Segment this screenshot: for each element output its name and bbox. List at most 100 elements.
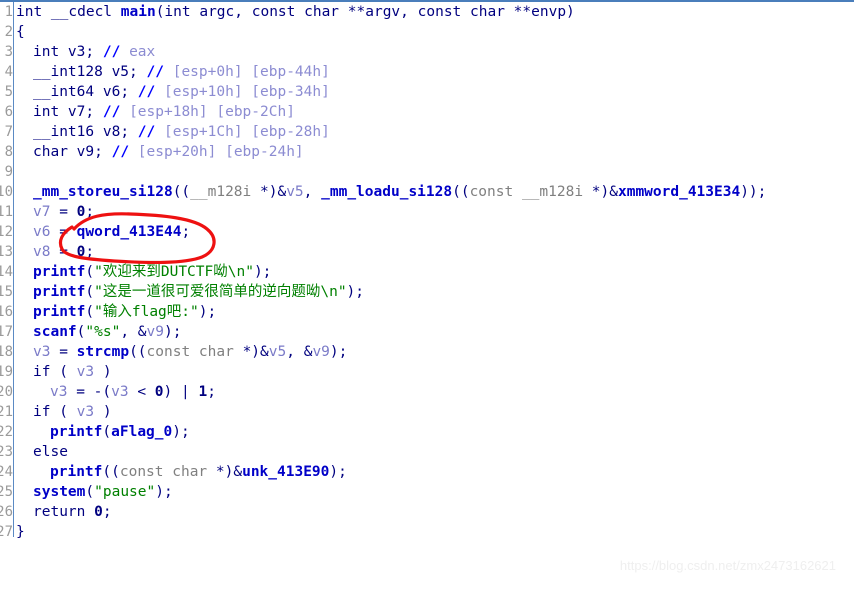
token-kw: return xyxy=(33,504,95,520)
token-punct: ( xyxy=(85,484,95,500)
line-number: 24 xyxy=(0,464,13,480)
line-number: 23 xyxy=(0,444,13,460)
code-line[interactable]: printf("欢迎来到DUTCTF呦\n"); xyxy=(16,262,271,282)
token-punct: ( xyxy=(59,364,77,380)
code-line[interactable]: _mm_storeu_si128((__m128i *)&v5, _mm_loa… xyxy=(16,182,766,202)
line-number: 2 xyxy=(4,24,13,40)
token-punct: ); xyxy=(172,424,190,440)
token-punct: (( xyxy=(172,184,191,200)
token-comment: // xyxy=(102,44,130,60)
token-type: const char xyxy=(146,344,243,360)
token-num: 1 xyxy=(198,384,208,400)
line-number: 16 xyxy=(0,304,13,320)
code-line[interactable]: else xyxy=(16,442,68,462)
token-var: v5 xyxy=(286,184,304,200)
token-var: v9 xyxy=(312,344,330,360)
code-line[interactable]: __int128 v5; // [esp+0h] [ebp-44h] xyxy=(16,62,330,82)
token-punct: ; xyxy=(94,144,112,160)
line-number: 20 xyxy=(0,384,13,400)
token-punct: ; xyxy=(120,124,138,140)
code-line[interactable]: __int16 v8; // [esp+1Ch] [ebp-28h] xyxy=(16,122,330,142)
token-fn: printf xyxy=(50,464,103,480)
token-kw: const char xyxy=(417,4,514,20)
code-line[interactable]: } xyxy=(16,522,25,542)
token-punct: (( xyxy=(102,464,120,480)
code-line[interactable]: if ( v3 ) xyxy=(16,362,112,382)
token-kw: __cdecl xyxy=(50,4,121,20)
token-kw: int xyxy=(164,4,200,20)
token-punct: ; xyxy=(129,64,147,80)
token-fn: _mm_storeu_si128 xyxy=(33,184,173,200)
code-line[interactable]: v7 = 0; xyxy=(16,202,94,222)
code-line[interactable]: if ( v3 ) xyxy=(16,402,112,422)
token-punct: , xyxy=(400,4,418,20)
token-cmt: [esp+18h] [ebp-2Ch] xyxy=(129,104,295,120)
token-punct: = xyxy=(50,344,77,360)
line-number: 1 xyxy=(4,4,13,20)
pseudocode-pane[interactable]: 1 2 3 4 5 6 7 8 9 10 11 12 13 14 15 16 17 18 19 20 21 22 23 24 2… xyxy=(0,2,854,589)
code-line[interactable]: int v3; // eax xyxy=(16,42,155,62)
token-str: "这是一道很可爱很简单的逆向题呦\n" xyxy=(94,284,347,300)
token-punct: = -( xyxy=(67,384,112,400)
token-str: "输入flag吧:" xyxy=(94,304,199,320)
code-line[interactable]: v8 = 0; xyxy=(16,242,94,262)
token-plain: v5 xyxy=(111,64,130,80)
code-line[interactable]: return 0; xyxy=(16,502,112,522)
token-punct: (( xyxy=(452,184,470,200)
line-number: 19 xyxy=(0,364,13,380)
token-var: v3 xyxy=(76,364,95,380)
code-line[interactable]: system("pause"); xyxy=(16,482,173,502)
token-comment: // xyxy=(137,84,164,100)
token-type: __m128i xyxy=(190,184,260,200)
token-plain: v9 xyxy=(76,144,95,160)
code-line[interactable]: int __cdecl main(int argc, const char **… xyxy=(16,2,575,22)
token-punct: ; xyxy=(85,244,95,260)
token-punct: ; xyxy=(207,384,216,400)
code-line[interactable]: __int64 v6; // [esp+10h] [ebp-34h] xyxy=(16,82,330,102)
code-line[interactable]: v3 = strcmp((const char *)&v5, &v9); xyxy=(16,342,347,362)
token-kw: __int64 xyxy=(33,84,103,100)
code-line[interactable]: char v9; // [esp+20h] [ebp-24h] xyxy=(16,142,304,162)
token-plain: argv xyxy=(365,4,401,20)
code-line[interactable]: printf((const char *)&unk_413E90); xyxy=(16,462,347,482)
token-punct: ) xyxy=(94,404,112,420)
token-punct: , & xyxy=(286,344,313,360)
token-punct: ) xyxy=(94,364,112,380)
line-number: 11 xyxy=(0,204,13,220)
code-line[interactable]: scanf("%s", &v9); xyxy=(16,322,181,342)
code-line[interactable]: printf("输入flag吧:"); xyxy=(16,302,216,322)
token-punct: ); xyxy=(329,344,348,360)
token-var: v5 xyxy=(268,344,287,360)
token-punct: ; xyxy=(85,104,103,120)
token-punct: , & xyxy=(120,324,147,340)
code-line[interactable]: v6 = qword_413E44; xyxy=(16,222,190,242)
token-cmt: [esp+1Ch] [ebp-28h] xyxy=(163,124,330,140)
token-kw: const char xyxy=(251,4,348,20)
token-punct: ); xyxy=(155,484,173,500)
code-line[interactable]: { xyxy=(16,22,25,42)
token-var: v3 xyxy=(76,404,95,420)
line-number: 10 xyxy=(0,184,13,200)
code-line[interactable]: v3 = -(v3 < 0) | 1; xyxy=(16,382,216,402)
token-fn: printf xyxy=(50,424,103,440)
token-punct: < xyxy=(128,384,155,400)
line-number: 15 xyxy=(0,284,13,300)
code-line[interactable]: printf(aFlag_0); xyxy=(16,422,190,442)
token-punct: ; xyxy=(120,84,138,100)
token-punct: *)& xyxy=(215,464,243,480)
line-number: 22 xyxy=(0,424,13,440)
line-number: 7 xyxy=(4,124,13,140)
token-punct: ); xyxy=(253,264,272,280)
line-number: 18 xyxy=(0,344,13,360)
token-str: "%s" xyxy=(85,324,121,340)
token-punct: ( xyxy=(102,424,112,440)
line-number: 3 xyxy=(4,44,13,60)
line-number: 25 xyxy=(0,484,13,500)
code-line[interactable]: int v7; // [esp+18h] [ebp-2Ch] xyxy=(16,102,295,122)
token-comment: // xyxy=(111,144,138,160)
token-var: v7 xyxy=(33,204,51,220)
token-kw: else xyxy=(33,444,68,460)
token-fn: main xyxy=(120,4,156,20)
token-punct: ); xyxy=(329,464,347,480)
code-line[interactable]: printf("这是一道很可爱很简单的逆向题呦\n"); xyxy=(16,282,364,302)
